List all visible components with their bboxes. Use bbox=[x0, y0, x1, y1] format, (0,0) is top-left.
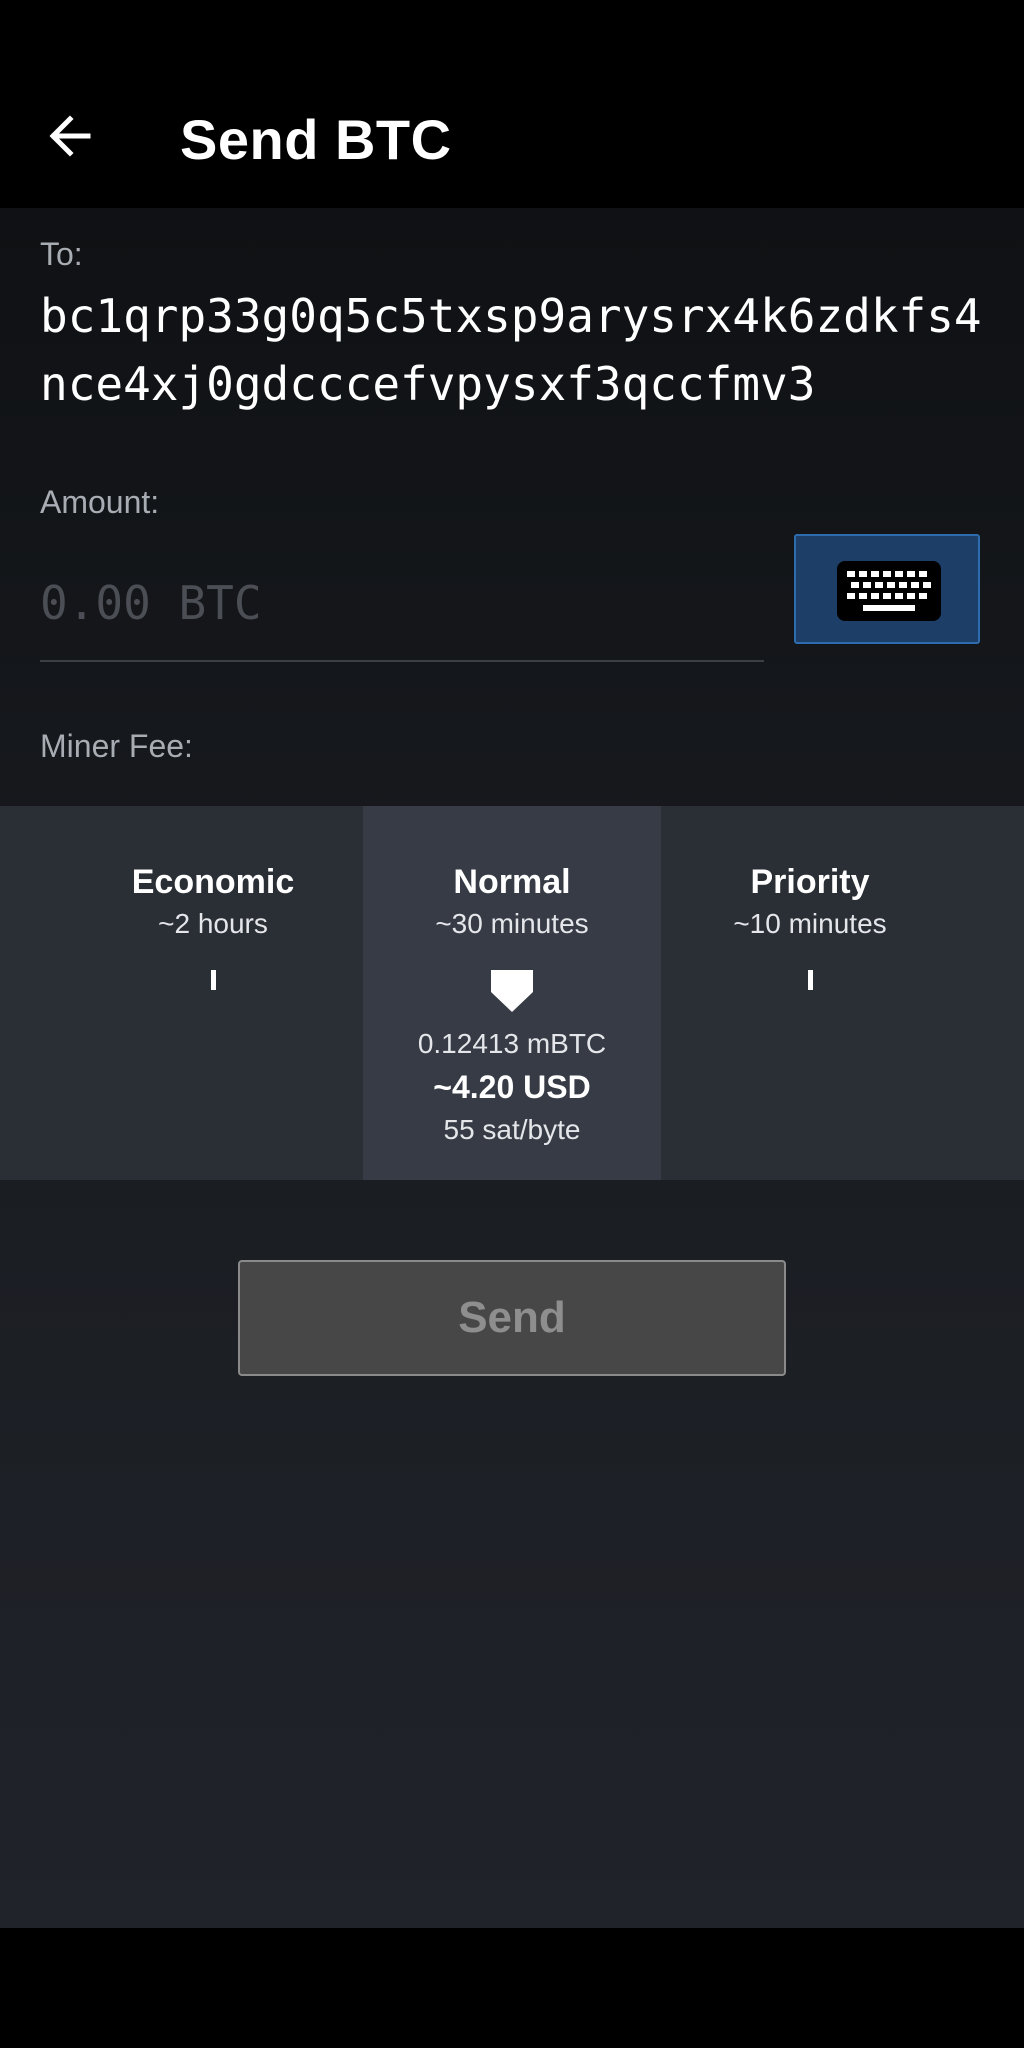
keyboard-icon bbox=[837, 561, 941, 621]
fee-amount-btc: 0.12413 mBTC bbox=[417, 1028, 607, 1059]
fee-selector[interactable]: y Economic ~2 hours Normal ~30 minutes 0… bbox=[0, 806, 1024, 1180]
fee-tick-mark bbox=[211, 970, 216, 990]
back-button[interactable] bbox=[40, 106, 100, 166]
app-bar: Send BTC bbox=[0, 0, 1024, 208]
send-button[interactable]: Send bbox=[238, 1260, 786, 1376]
to-label: To: bbox=[40, 236, 83, 272]
fee-option-time: ~30 minutes bbox=[435, 908, 589, 939]
page-title: Send BTC bbox=[180, 108, 452, 171]
miner-fee-label: Miner Fee: bbox=[40, 728, 193, 764]
arrow-left-icon bbox=[49, 115, 91, 157]
send-btc-screen: Send BTC To: bc1qrp33g0q5c5txsp9arysrx4k… bbox=[0, 0, 1024, 2048]
fee-option-time: ~2 hours bbox=[158, 908, 268, 939]
system-navigation-bar bbox=[0, 1928, 1024, 2048]
fee-rate: 55 sat/byte bbox=[443, 1114, 581, 1145]
fee-tick-mark bbox=[808, 970, 813, 990]
fee-option-name: Economic bbox=[131, 863, 295, 901]
fee-option-economic[interactable]: Economic ~2 hours bbox=[64, 806, 362, 1180]
keyboard-toggle-button[interactable] bbox=[794, 534, 980, 644]
fee-option-name: Priority bbox=[750, 863, 870, 901]
send-form: To: bc1qrp33g0q5c5txsp9arysrx4k6zdkfs4nc… bbox=[0, 208, 1024, 1928]
fee-option-priority[interactable]: Priority ~10 minutes bbox=[661, 806, 959, 1180]
amount-input[interactable] bbox=[40, 546, 764, 662]
recipient-address: bc1qrp33g0q5c5txsp9arysrx4k6zdkfs4nce4xj… bbox=[40, 289, 982, 411]
fee-option-time: ~10 minutes bbox=[733, 908, 887, 939]
fee-option-name: Normal bbox=[453, 863, 571, 901]
selected-marker-icon bbox=[491, 970, 533, 1012]
fee-option-normal[interactable]: Normal ~30 minutes 0.12413 mBTC ~4.20 US… bbox=[363, 806, 661, 1180]
fee-amount-usd: ~4.20 USD bbox=[433, 1069, 591, 1105]
amount-label: Amount: bbox=[40, 484, 160, 520]
